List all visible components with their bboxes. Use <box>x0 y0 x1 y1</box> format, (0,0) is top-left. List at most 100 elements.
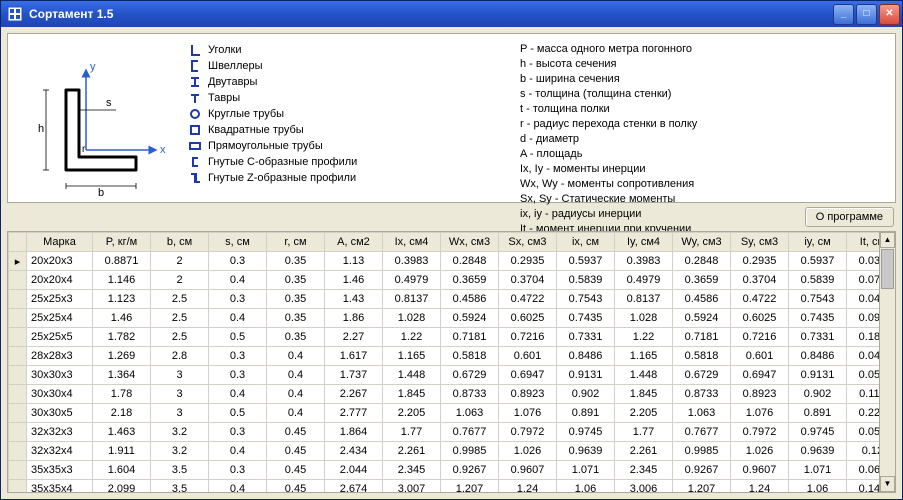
cell[interactable]: 2.205 <box>615 404 673 423</box>
cell[interactable]: 25x25x4 <box>27 309 93 328</box>
cell[interactable]: 1.13 <box>325 252 383 271</box>
cell[interactable]: 0.35 <box>267 328 325 347</box>
cell[interactable]: 2.8 <box>151 347 209 366</box>
profile-option-angles[interactable]: Уголки <box>188 42 508 58</box>
table-row[interactable]: 28x28x31.2692.80.30.41.6171.1650.58180.6… <box>9 347 880 366</box>
cell[interactable]: 1.448 <box>615 366 673 385</box>
cell[interactable]: 0.601 <box>499 347 557 366</box>
cell[interactable]: 2.099 <box>93 480 151 493</box>
cell[interactable]: 2.434 <box>325 442 383 461</box>
cell[interactable]: 0.0333 <box>847 252 880 271</box>
table-row[interactable]: 30x30x52.1830.50.42.7772.2051.0631.0760.… <box>9 404 880 423</box>
cell[interactable]: 0.4722 <box>499 290 557 309</box>
cell[interactable]: 1.448 <box>383 366 441 385</box>
cell[interactable]: 2.345 <box>615 461 673 480</box>
cell[interactable]: 0.9985 <box>441 442 499 461</box>
cell[interactable]: 3.2 <box>151 442 209 461</box>
scroll-down-button[interactable]: ▼ <box>880 476 895 492</box>
cell[interactable]: 0.4979 <box>383 271 441 290</box>
cell[interactable]: 2.345 <box>383 461 441 480</box>
cell[interactable]: 1.071 <box>557 461 615 480</box>
cell[interactable]: 1.46 <box>93 309 151 328</box>
minimize-button[interactable]: _ <box>833 4 854 25</box>
profile-option-c-bent[interactable]: Гнутые C-образные профили <box>188 154 508 170</box>
cell[interactable]: 0.7677 <box>673 423 731 442</box>
cell[interactable]: 2.044 <box>325 461 383 480</box>
profile-option-z-bent[interactable]: Гнутые Z-образные профили <box>188 170 508 186</box>
cell[interactable]: 0.5818 <box>673 347 731 366</box>
cell[interactable]: 0.1875 <box>847 328 880 347</box>
column-header[interactable]: Iy, см4 <box>615 233 673 252</box>
cell[interactable]: 0.4586 <box>673 290 731 309</box>
cell[interactable]: 0.4722 <box>731 290 789 309</box>
cell[interactable]: 25x25x5 <box>27 328 93 347</box>
cell[interactable]: 0.5818 <box>441 347 499 366</box>
cell[interactable]: 0.8486 <box>789 347 847 366</box>
column-header[interactable]: Wy, см3 <box>673 233 731 252</box>
cell[interactable]: 1.123 <box>93 290 151 309</box>
cell[interactable]: 0.891 <box>789 404 847 423</box>
cell[interactable]: 0.35 <box>267 252 325 271</box>
cell[interactable]: 0.9745 <box>557 423 615 442</box>
column-header[interactable]: r, см <box>267 233 325 252</box>
cell[interactable]: 0.9267 <box>441 461 499 480</box>
cell[interactable]: 0.902 <box>789 385 847 404</box>
cell[interactable]: 0.4 <box>209 271 267 290</box>
table-row[interactable]: 25x25x51.7822.50.50.352.271.220.71810.72… <box>9 328 880 347</box>
cell[interactable]: 0.6947 <box>731 366 789 385</box>
cell[interactable]: 0.7972 <box>731 423 789 442</box>
cell[interactable]: 1.071 <box>789 461 847 480</box>
column-header[interactable]: s, см <box>209 233 267 252</box>
scroll-thumb[interactable] <box>881 249 894 289</box>
cell[interactable]: 2 <box>151 271 209 290</box>
cell[interactable]: 0.0768 <box>847 271 880 290</box>
cell[interactable]: 1.028 <box>615 309 673 328</box>
cell[interactable]: 0.4 <box>209 480 267 493</box>
cell[interactable]: 1.22 <box>383 328 441 347</box>
cell[interactable]: 0.4 <box>267 347 325 366</box>
cell[interactable]: 0.5839 <box>789 271 847 290</box>
cell[interactable]: 0.128 <box>847 442 880 461</box>
cell[interactable]: 35x35x4 <box>27 480 93 493</box>
profile-option-channels[interactable]: Швеллеры <box>188 58 508 74</box>
cell[interactable]: 0.7435 <box>557 309 615 328</box>
column-header[interactable]: Sx, см3 <box>499 233 557 252</box>
cell[interactable]: 0.4 <box>209 385 267 404</box>
cell[interactable]: 1.06 <box>557 480 615 493</box>
cell[interactable]: 0.3704 <box>731 271 789 290</box>
cell[interactable]: 0.3983 <box>383 252 441 271</box>
cell[interactable]: 0.0981 <box>847 309 880 328</box>
cell[interactable]: 1.864 <box>325 423 383 442</box>
cell[interactable]: 0.3704 <box>499 271 557 290</box>
grid-table[interactable]: МаркаP, кг/мb, смs, смr, смA, см2Ix, см4… <box>8 232 879 492</box>
cell[interactable]: 1.026 <box>731 442 789 461</box>
cell[interactable]: 0.8137 <box>383 290 441 309</box>
profile-option-square-pipes[interactable]: Квадратные трубы <box>188 122 508 138</box>
cell[interactable]: 0.2935 <box>731 252 789 271</box>
cell[interactable]: 0.8923 <box>499 385 557 404</box>
cell[interactable]: 2.777 <box>325 404 383 423</box>
scroll-up-button[interactable]: ▲ <box>880 232 895 248</box>
cell[interactable]: 0.6729 <box>673 366 731 385</box>
cell[interactable]: 1.78 <box>93 385 151 404</box>
cell[interactable]: 1.617 <box>325 347 383 366</box>
cell[interactable]: 0.4 <box>267 366 325 385</box>
cell[interactable]: 0.0477 <box>847 347 880 366</box>
profile-option-rect-pipes[interactable]: Прямоугольные трубы <box>188 138 508 154</box>
cell[interactable]: 0.9639 <box>789 442 847 461</box>
cell[interactable]: 30x30x3 <box>27 366 93 385</box>
table-row[interactable]: 32x32x41.9113.20.40.452.4342.2610.99851.… <box>9 442 880 461</box>
cell[interactable]: 0.6025 <box>499 309 557 328</box>
cell[interactable]: 30x30x5 <box>27 404 93 423</box>
cell[interactable]: 0.5937 <box>789 252 847 271</box>
cell[interactable]: 20x20x4 <box>27 271 93 290</box>
cell[interactable]: 0.891 <box>557 404 615 423</box>
cell[interactable]: 0.7331 <box>789 328 847 347</box>
cell[interactable]: 0.5839 <box>557 271 615 290</box>
cell[interactable]: 0.8733 <box>673 385 731 404</box>
cell[interactable]: 1.028 <box>383 309 441 328</box>
cell[interactable]: 1.076 <box>499 404 557 423</box>
cell[interactable]: 0.8871 <box>93 252 151 271</box>
column-header[interactable]: iy, см <box>789 233 847 252</box>
cell[interactable]: 1.22 <box>615 328 673 347</box>
